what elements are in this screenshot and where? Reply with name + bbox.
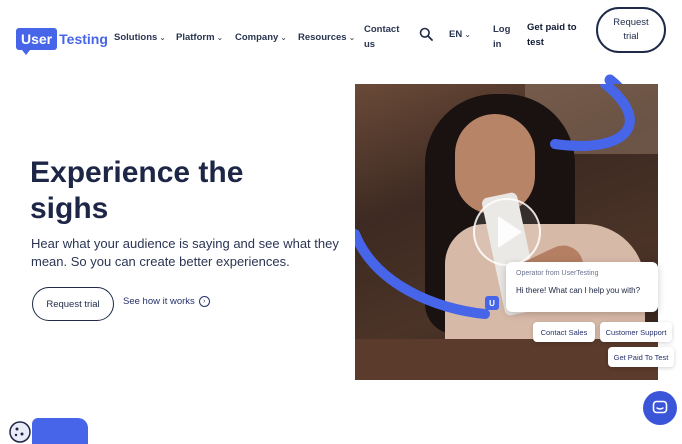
messenger-launcher[interactable]	[643, 391, 677, 425]
chevron-down-icon: ⌄	[159, 33, 166, 42]
chevron-down-icon: ⌄	[216, 33, 224, 42]
decorative-tab	[32, 418, 88, 444]
chat-bubble-icon	[652, 400, 668, 414]
search-icon[interactable]	[419, 27, 433, 41]
nav-item-label: Platform	[176, 32, 215, 43]
request-trial-nav-button[interactable]: Request trial	[596, 7, 666, 53]
nav-login-line1: Log	[493, 24, 511, 35]
nav-item-solutions[interactable]: Solutions ⌄	[114, 32, 166, 43]
chat-avatar: U	[485, 296, 499, 310]
chat-sender: Operator from UserTesting	[516, 270, 599, 277]
request-trial-hero-button[interactable]: Request trial	[32, 287, 114, 321]
nav-login[interactable]: Log in	[493, 22, 510, 52]
hero-subtext: Hear what your audience is saying and se…	[31, 236, 339, 269]
page: User Testing Solutions ⌄ Platform ⌄ Comp…	[0, 0, 682, 444]
hero-headline: Experience the sighs	[30, 156, 244, 225]
nav-item-label: Company	[235, 32, 279, 43]
language-label: EN	[449, 29, 463, 40]
logo-text: Testing	[59, 31, 108, 47]
nav-login-line2: in	[493, 39, 502, 50]
nav-get-paid-line1: Get paid to	[527, 22, 577, 33]
logo-box: User	[16, 28, 58, 55]
cookie-icon[interactable]	[8, 420, 32, 444]
chat-chip-customer-support[interactable]: Customer Support	[600, 322, 672, 342]
arrow-right-icon: ›	[198, 296, 210, 307]
chevron-down-icon: ⌄	[464, 30, 471, 39]
nav-item-resources[interactable]: Resources ⌄	[298, 32, 355, 43]
chevron-down-icon: ⌄	[280, 33, 287, 42]
chevron-down-icon: ⌄	[348, 33, 356, 42]
chat-message: Hi there! What can I help you with?	[516, 286, 641, 295]
nav-item-label: Solutions	[114, 32, 158, 43]
see-how-label: See how it works	[123, 296, 195, 307]
nav-get-paid-line2: test	[527, 37, 544, 48]
next-section-preview	[0, 410, 682, 444]
nav-contact-us[interactable]: Contact us	[364, 22, 399, 52]
nav-item-company[interactable]: Company ⌄	[235, 32, 287, 43]
nav-contact-line2: us	[364, 39, 376, 50]
nav-item-label: Resources	[298, 32, 347, 43]
chat-chip-contact-sales[interactable]: Contact Sales	[533, 322, 595, 342]
see-how-it-works-link[interactable]: See how it works ›	[123, 296, 210, 307]
language-selector[interactable]: EN ⌄	[449, 29, 471, 40]
chat-chip-get-paid[interactable]: Get Paid To Test	[608, 347, 674, 367]
usertesting-logo[interactable]: User Testing	[16, 28, 108, 55]
nav-get-paid[interactable]: Get paid to test	[527, 20, 577, 50]
nav-item-platform[interactable]: Platform ⌄	[176, 32, 223, 43]
chat-message-card: Operator from UserTesting Hi there! What…	[506, 262, 658, 312]
play-icon	[498, 216, 522, 248]
nav-contact-line1: Contact	[364, 24, 400, 35]
